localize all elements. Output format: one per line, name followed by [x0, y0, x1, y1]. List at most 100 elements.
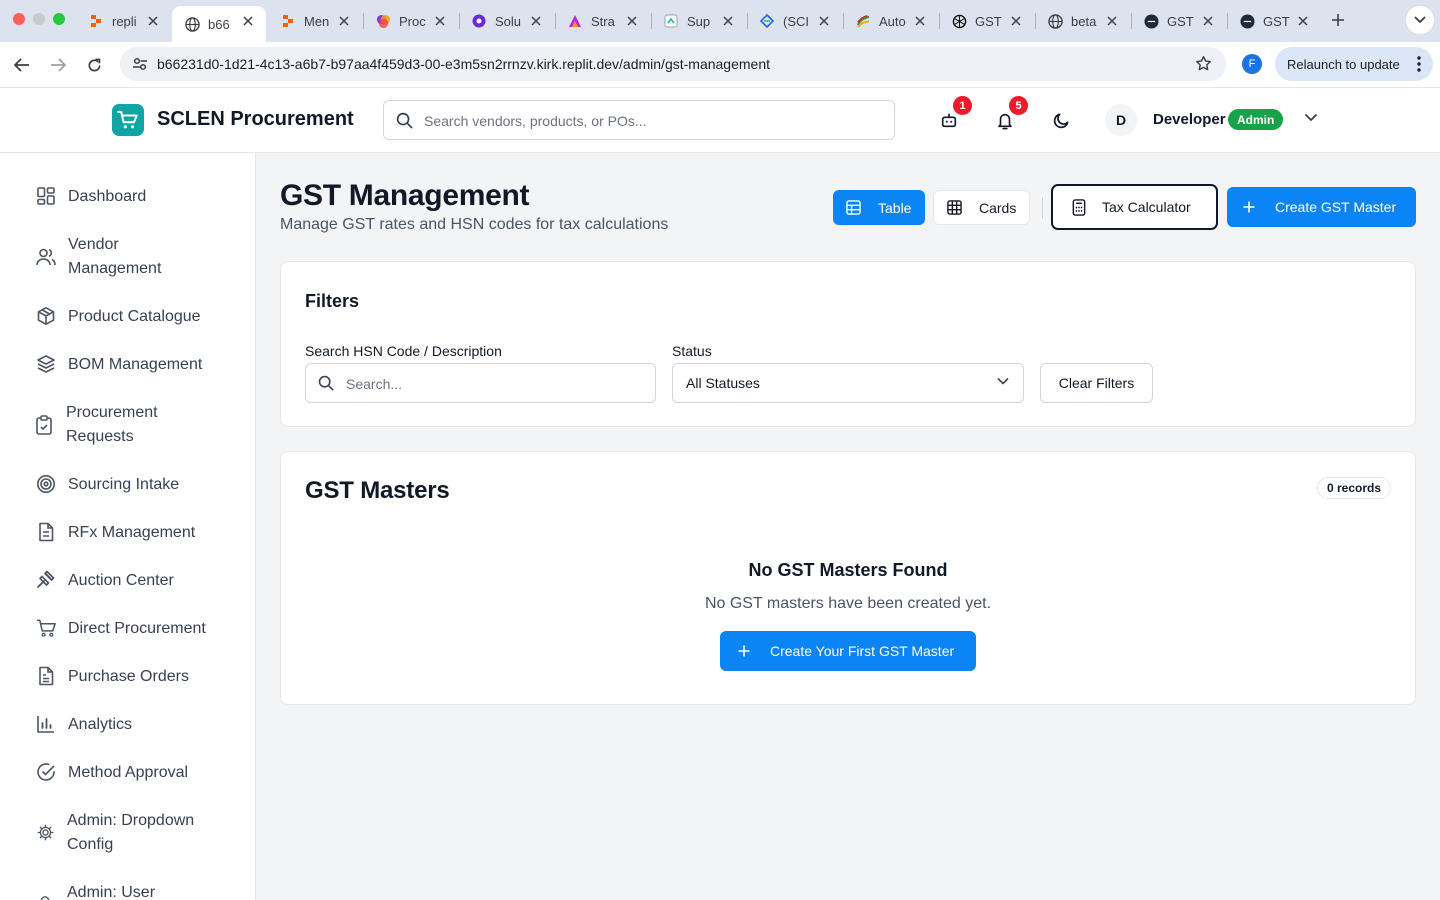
close-tab-icon[interactable] — [528, 13, 544, 29]
back-arrow-icon[interactable] — [9, 52, 35, 78]
browser-tab[interactable]: Auto — [843, 6, 938, 36]
sidebar-item-auction-center[interactable]: Auction Center — [20, 569, 236, 593]
bar-chart-icon — [35, 713, 57, 735]
sidebar-item-admin-dropdown-config[interactable]: Admin: Dropdown Config — [20, 809, 236, 857]
user-name[interactable]: Developer — [1153, 111, 1226, 128]
hsn-search-field[interactable] — [305, 363, 656, 403]
browser-tab[interactable]: Sup — [651, 6, 746, 36]
site-settings-icon[interactable] — [132, 56, 148, 72]
browser-tab[interactable]: GST — [1227, 6, 1321, 36]
minimize-window-button[interactable] — [33, 13, 45, 25]
sidebar-item-analytics[interactable]: Analytics — [20, 713, 236, 737]
sidebar-item-bom-management[interactable]: BOM Management — [20, 353, 236, 377]
tax-calculator-button[interactable]: Tax Calculator — [1051, 184, 1218, 230]
dashboard-icon — [35, 185, 57, 207]
robot-icon — [941, 113, 957, 128]
profile-avatar[interactable]: F — [1242, 54, 1262, 74]
create-gst-master-label: Create GST Master — [1275, 199, 1397, 215]
close-tab-icon[interactable] — [720, 13, 736, 29]
sidebar-item-rfx-management[interactable]: RFx Management — [20, 521, 236, 545]
sidebar-item-vendor-management[interactable]: Vendor Management — [20, 233, 236, 281]
close-tab-icon[interactable] — [1008, 13, 1024, 29]
bookmark-star-icon[interactable] — [1195, 55, 1212, 72]
sidebar-item-direct-procurement[interactable]: Direct Procurement — [20, 617, 236, 641]
table-view-label: Table — [878, 199, 912, 216]
close-tab-icon[interactable] — [240, 13, 256, 29]
browser-tab[interactable]: Solu — [459, 6, 554, 36]
sidebar-item-dashboard[interactable]: Dashboard — [20, 185, 236, 209]
address-bar[interactable]: b66231d0-1d21-4c13-a6b7-b97aa4f459d3-00-… — [120, 47, 1226, 81]
close-tab-icon[interactable] — [1200, 13, 1216, 29]
grid-icon — [947, 200, 962, 215]
theme-toggle-moon-icon[interactable] — [1049, 108, 1073, 132]
sidebar-item-sourcing-intake[interactable]: Sourcing Intake — [20, 473, 236, 497]
search-field-label: Search HSN Code / Description — [305, 343, 502, 359]
global-search[interactable] — [383, 100, 895, 140]
hsn-search-input[interactable] — [346, 373, 636, 395]
main-content: GST Management Manage GST rates and HSN … — [256, 153, 1440, 900]
brand-name[interactable]: SCLEN Procurement — [157, 108, 354, 131]
browser-tab-bar: repli b66 Men Proc Solu Stra Sup (SCI Au… — [0, 0, 1440, 42]
package-icon — [35, 305, 57, 327]
close-tab-icon[interactable] — [912, 13, 928, 29]
browser-tab[interactable]: Men — [268, 6, 362, 36]
browser-tab[interactable]: beta — [1035, 6, 1130, 36]
browser-tab-active[interactable]: b66 — [172, 6, 266, 42]
target-icon — [35, 473, 57, 495]
cart-icon — [35, 617, 57, 639]
close-window-button[interactable] — [13, 13, 25, 25]
create-first-gst-master-button[interactable]: Create Your First GST Master — [720, 631, 976, 671]
user-avatar[interactable]: D — [1105, 104, 1137, 136]
cards-view-button[interactable]: Cards — [933, 190, 1030, 225]
check-circle-icon — [35, 761, 57, 783]
sidebar-item-label: Direct Procurement — [68, 620, 206, 637]
new-tab-icon[interactable] — [1328, 10, 1348, 30]
cart-logo-icon[interactable] — [112, 104, 144, 136]
close-tab-icon[interactable] — [1104, 13, 1120, 29]
calculator-icon — [1072, 198, 1086, 216]
status-select[interactable]: All Statuses — [672, 363, 1024, 403]
clear-icon — [1239, 13, 1255, 29]
close-tab-icon[interactable] — [624, 13, 640, 29]
gst-masters-title: GST Masters — [305, 477, 450, 504]
tab-search-chevron-icon[interactable] — [1406, 6, 1434, 34]
sidebar-item-label: Purchase Orders — [68, 668, 189, 685]
empty-state-subtitle: No GST masters have been created yet. — [704, 595, 992, 612]
chevron-down-icon[interactable] — [1304, 113, 1318, 122]
sidebar-item-purchase-orders[interactable]: Purchase Orders — [20, 665, 236, 689]
sidebar-item-method-approval[interactable]: Method Approval — [20, 761, 236, 785]
table-view-button[interactable]: Table — [833, 190, 925, 225]
more-vertical-icon — [1417, 56, 1421, 72]
browser-tab[interactable]: Proc — [363, 6, 458, 36]
sidebar-item-procurement-requests[interactable]: Procurement Requests — [20, 401, 236, 449]
browser-tab[interactable]: repli — [76, 6, 171, 36]
create-gst-master-button[interactable]: Create GST Master — [1227, 187, 1416, 227]
blue-diamond-icon — [759, 13, 775, 29]
sidebar: Dashboard Vendor Management Product Cata… — [0, 153, 256, 900]
close-tab-icon[interactable] — [816, 13, 832, 29]
browser-tab[interactable]: GST — [1131, 6, 1226, 36]
sidebar-item-admin-user[interactable]: Admin: User — [20, 881, 236, 900]
toolbar-divider — [1042, 197, 1043, 219]
reload-icon[interactable] — [81, 52, 107, 78]
close-tab-icon[interactable] — [1295, 13, 1311, 29]
close-tab-icon[interactable] — [336, 13, 352, 29]
sidebar-item-label: Method Approval — [68, 764, 189, 781]
close-tab-icon[interactable] — [145, 13, 161, 29]
gear-icon — [34, 821, 56, 843]
browser-tab[interactable]: GST — [939, 6, 1034, 36]
relaunch-button[interactable]: Relaunch to update — [1275, 47, 1433, 81]
table-icon — [846, 200, 861, 215]
sidebar-item-label: Analytics — [68, 716, 133, 733]
globe-icon — [1047, 13, 1063, 29]
role-badge: Admin — [1228, 109, 1284, 130]
forward-arrow-icon[interactable] — [45, 52, 71, 78]
plus-icon — [738, 645, 750, 657]
sidebar-item-product-catalogue[interactable]: Product Catalogue — [20, 305, 236, 329]
browser-tab[interactable]: Stra — [555, 6, 650, 36]
clear-filters-button[interactable]: Clear Filters — [1040, 363, 1153, 403]
maximize-window-button[interactable] — [53, 13, 65, 25]
close-tab-icon[interactable] — [432, 13, 448, 29]
browser-tab[interactable]: (SCI — [747, 6, 842, 36]
global-search-input[interactable] — [424, 110, 864, 132]
